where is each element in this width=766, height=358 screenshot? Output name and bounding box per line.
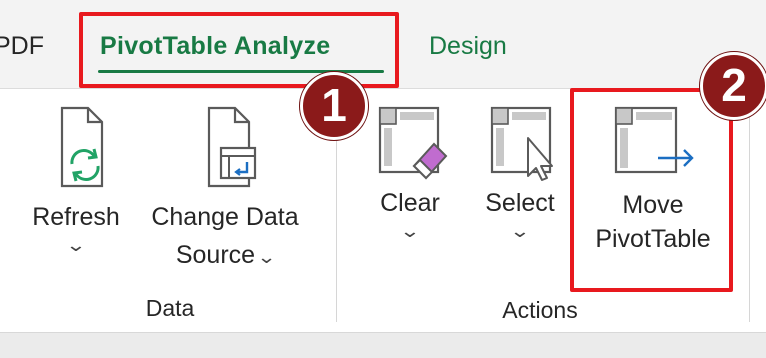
clear-label: Clear <box>380 189 440 217</box>
select-button[interactable]: Select ⌄ <box>472 100 568 242</box>
step-badge-1: 1 <box>300 72 368 140</box>
ribbon-bottom-edge <box>0 332 766 358</box>
highlight-box-move-pivottable <box>570 88 733 292</box>
chevron-down-icon: ⌄ <box>65 235 87 255</box>
excel-ribbon-screenshot: PDF PivotTable Analyze Design Refresh ⌄ <box>0 0 766 358</box>
group-separator <box>749 96 750 322</box>
change-data-source-label-line1: Change Data <box>151 203 299 231</box>
refresh-button[interactable]: Refresh ⌄ <box>22 102 130 256</box>
change-data-source-button[interactable]: Change Data Source⌄ <box>136 102 314 274</box>
clear-button[interactable]: Clear ⌄ <box>364 100 456 242</box>
select-cursor-icon <box>490 106 553 181</box>
change-data-source-label-line2: Source <box>175 241 256 269</box>
refresh-icon <box>60 106 104 188</box>
tab-design[interactable]: Design <box>429 31 507 61</box>
select-label: Select <box>485 189 555 217</box>
group-label-actions: Actions <box>502 297 578 323</box>
tab-pdf[interactable]: PDF <box>0 31 44 61</box>
chevron-down-icon: ⌄ <box>256 247 277 267</box>
clear-eraser-icon <box>378 106 448 180</box>
chevron-down-icon: ⌄ <box>509 221 531 241</box>
step-badge-2: 2 <box>700 52 766 120</box>
change-data-source-icon <box>207 106 257 188</box>
group-label-data: Data <box>145 295 195 321</box>
refresh-label: Refresh <box>32 203 120 231</box>
